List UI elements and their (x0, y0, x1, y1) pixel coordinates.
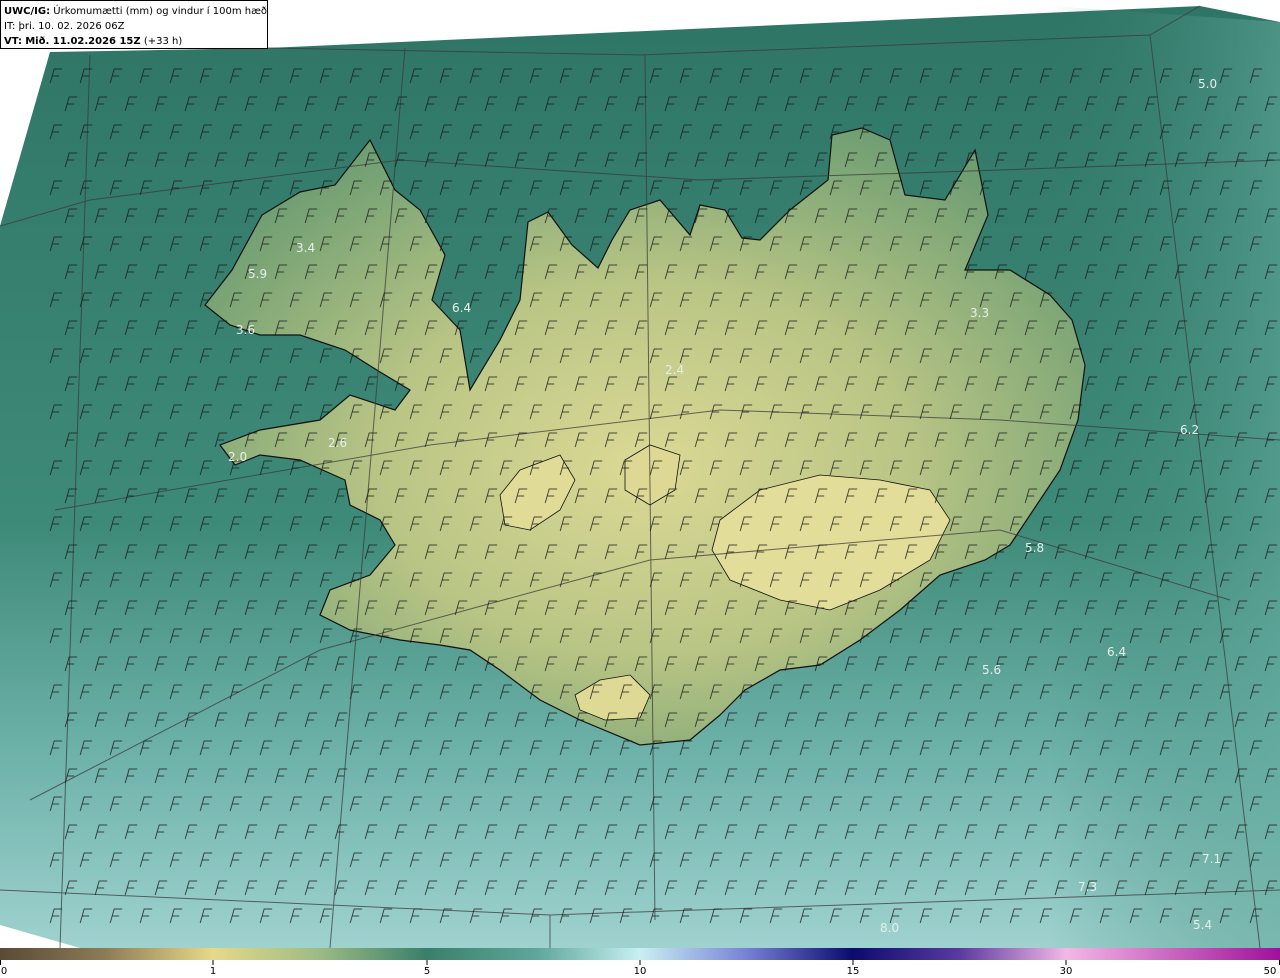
valid-time-row: VT: Mið. 11.02.2026 15Z (+33 h) (4, 34, 264, 49)
value-label: 5.8 (1025, 541, 1044, 555)
value-label: 7.1 (1202, 852, 1221, 866)
value-label: 2.0 (228, 450, 247, 464)
value-label: 5.9 (248, 267, 267, 281)
value-label: 3.6 (236, 323, 255, 337)
value-label: 6.2 (1180, 423, 1199, 437)
forecast-info-box: UWC/IG: Úrkomumætti (mm) og vindur í 100… (0, 0, 268, 49)
vt-offset: (+33 h) (143, 36, 183, 47)
value-label: 2.6 (328, 436, 347, 450)
it-label: IT: (4, 21, 16, 32)
map-stage: 5.0 3.4 5.9 3.6 6.4 2.4 3.3 6.2 2.6 2.0 … (0, 0, 1280, 978)
value-label: 8.0 (880, 921, 899, 935)
colorbar-tick-label: 5 (423, 966, 431, 977)
value-label: 5.0 (1198, 77, 1217, 91)
colorbar-tick-label: 10 (633, 966, 647, 977)
value-label: 7.3 (1078, 880, 1097, 894)
initial-time-row: IT: þri. 10. 02. 2026 06Z (4, 19, 264, 34)
value-label: 5.4 (1193, 918, 1212, 932)
vt-value: Mið. 11.02.2026 15Z (25, 36, 141, 47)
vt-label: VT: (4, 36, 23, 47)
title-row: UWC/IG: Úrkomumætti (mm) og vindur í 100… (4, 4, 268, 19)
value-label: 6.4 (452, 301, 471, 315)
colorbar-tick-label: 50 (1263, 966, 1277, 977)
value-label: 3.4 (296, 241, 315, 255)
colorbar-tick-label: 0 (0, 966, 8, 977)
map-title: Úrkomumætti (mm) og vindur í 100m hæð (53, 6, 268, 17)
east-sea-shade (1050, 6, 1280, 948)
value-label: 5.6 (982, 663, 1001, 677)
value-label: 2.4 (665, 363, 684, 377)
colorbar-tick-label: 15 (846, 966, 860, 977)
colorbar-tick-label: 30 (1059, 966, 1073, 977)
colorbar-strip (0, 948, 1280, 965)
value-label: 6.4 (1107, 645, 1126, 659)
precipitation-map[interactable]: 5.0 3.4 5.9 3.6 6.4 2.4 3.3 6.2 2.6 2.0 … (0, 0, 1280, 948)
it-value: þri. 10. 02. 2026 06Z (18, 21, 125, 32)
model-name: UWC/IG: (4, 6, 51, 17)
value-label: 3.3 (970, 306, 989, 320)
colorbar-tick-label: 1 (209, 966, 217, 977)
